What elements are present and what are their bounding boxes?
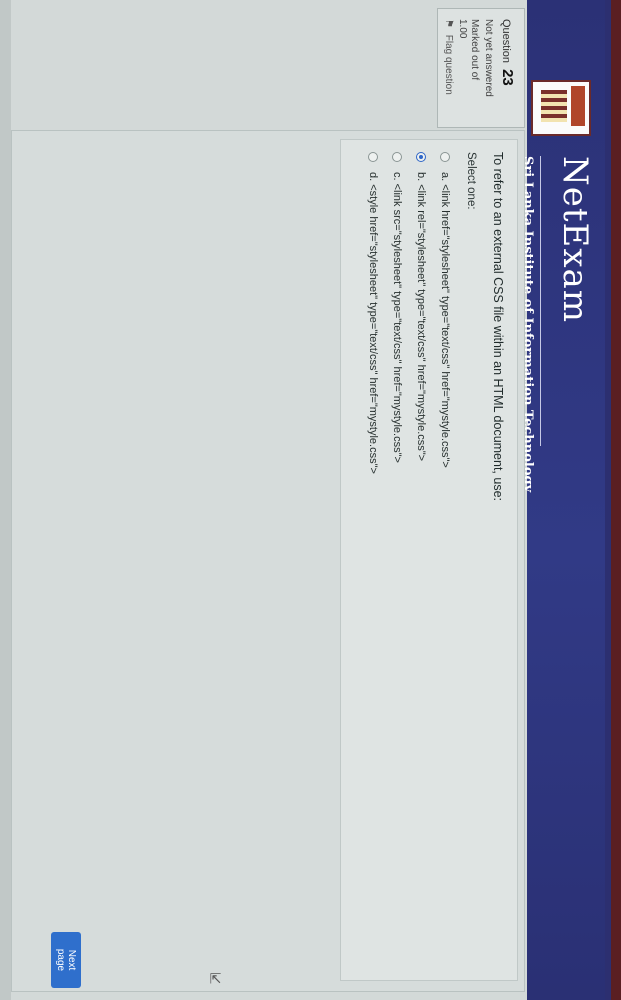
radio-c[interactable] — [392, 152, 402, 162]
question-number-value: 23 — [499, 69, 516, 86]
option-letter: d. — [367, 172, 379, 182]
answer-option-d[interactable]: d. <style href="stylesheet" type="text/c… — [363, 152, 383, 474]
marked-out-of-value: 1.00 — [457, 19, 468, 39]
answer-option-b[interactable]: b. <link rel="stylesheet" type="text/css… — [411, 152, 431, 461]
option-letter: a. — [439, 172, 451, 182]
flag-question-label: Flag question — [443, 34, 454, 95]
radio-a[interactable] — [440, 152, 450, 162]
question-label: Question — [500, 19, 512, 64]
answer-option-c[interactable]: c. <link src="stylesheet" type="text/css… — [387, 152, 407, 463]
option-text: <link href="stylesheet" type="text/css" … — [439, 184, 451, 468]
logo-crest-pillars — [541, 90, 567, 122]
monitor-bezel — [611, 0, 621, 1000]
option-text: <link rel="stylesheet" type="text/css" h… — [415, 184, 427, 462]
footer-strip — [0, 0, 11, 1000]
flag-question-link[interactable]: ⚑ Flag question — [443, 19, 454, 95]
select-prompt: Select one: — [465, 152, 477, 210]
exam-page: NetExam Sri Lanka Institute of Informati… — [0, 0, 621, 1000]
option-letter: b. — [415, 172, 427, 182]
flag-icon: ⚑ — [443, 19, 454, 28]
top-strip — [605, 0, 611, 1000]
radio-b[interactable] — [416, 152, 426, 162]
mouse-cursor-icon: ⇱ — [209, 970, 222, 987]
question-info-panel: Question 23 Not yet answered Marked out … — [437, 8, 525, 128]
question-text: To refer to an external CSS file within … — [491, 152, 505, 502]
brand-divider — [540, 156, 541, 446]
question-text-box: To refer to an external CSS file within … — [340, 139, 518, 981]
option-letter: c. — [391, 172, 403, 181]
question-state: Not yet answered — [483, 19, 494, 97]
radio-d[interactable] — [368, 152, 378, 162]
logo-crest-top — [571, 86, 585, 126]
site-header: NetExam Sri Lanka Institute of Informati… — [520, 0, 605, 1000]
question-number: Question 23 — [499, 19, 516, 86]
option-text: <link src="stylesheet" type="text/css" h… — [391, 183, 403, 463]
answer-option-a[interactable]: a. <link href="stylesheet" type="text/cs… — [435, 152, 455, 468]
option-text: <style href="stylesheet" type="text/css"… — [367, 184, 379, 474]
question-content: To refer to an external CSS file within … — [11, 130, 525, 992]
brand-name: NetExam — [555, 156, 595, 324]
sliit-logo — [531, 80, 591, 136]
next-page-button[interactable]: Next page — [51, 932, 81, 988]
marked-out-of-label: Marked out of — [469, 19, 480, 81]
